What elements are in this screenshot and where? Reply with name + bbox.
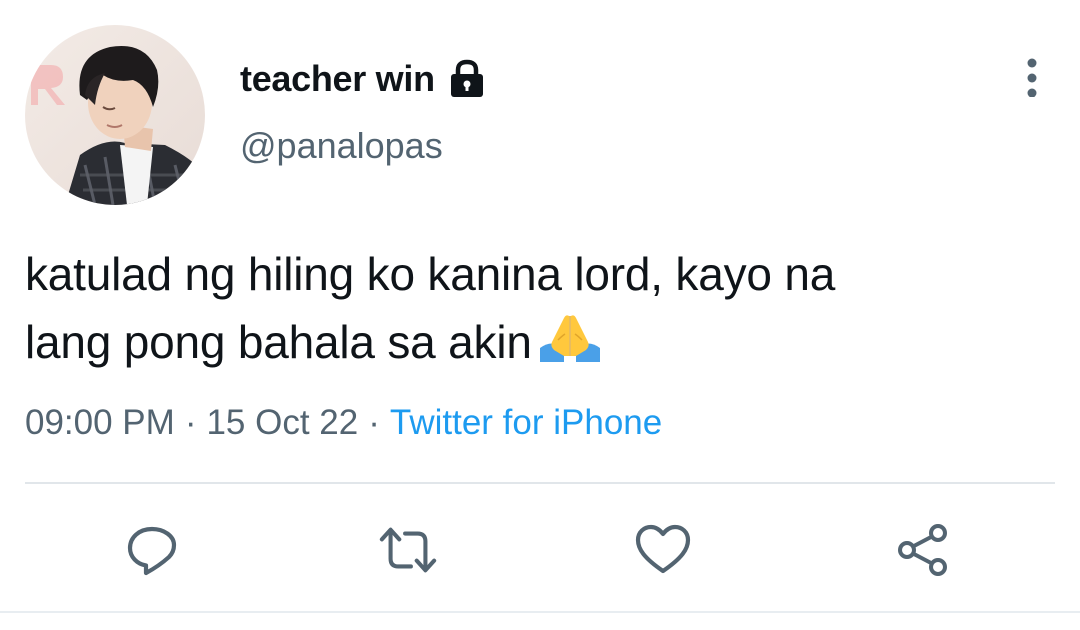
tweet-meta: 09:00 PM · 15 Oct 22 · Twitter for iPhone	[25, 403, 662, 443]
share-button[interactable]	[893, 520, 953, 580]
retweet-button[interactable]	[378, 520, 438, 580]
tweet-date[interactable]: 15 Oct 22	[206, 403, 358, 442]
divider	[25, 482, 1055, 484]
meta-separator: ·	[184, 403, 197, 442]
share-icon	[898, 524, 947, 576]
avatar-image	[25, 25, 205, 205]
tweet-time[interactable]: 09:00 PM	[25, 403, 175, 442]
tweet-text: katulad ng hiling ko kanina lord, kayo n…	[25, 240, 1055, 376]
retweet-icon	[379, 527, 437, 573]
meta-separator: ·	[368, 403, 380, 442]
bottom-divider	[0, 611, 1080, 613]
reply-button[interactable]	[122, 520, 182, 580]
tweet-text-line-2: lang pong bahala sa akin	[25, 308, 1055, 376]
tweet-text-line-2-text: lang pong bahala sa akin	[25, 316, 532, 368]
more-vertical-icon	[1027, 58, 1037, 97]
lock-icon	[449, 59, 485, 99]
heart-icon	[635, 524, 691, 574]
display-name[interactable]: teacher win	[240, 58, 435, 100]
tweet-source-link[interactable]: Twitter for iPhone	[390, 403, 662, 442]
tweet-text-line-1: katulad ng hiling ko kanina lord, kayo n…	[25, 248, 836, 300]
more-options-button[interactable]	[1010, 55, 1054, 99]
avatar[interactable]	[25, 25, 205, 205]
folded-hands-icon	[538, 312, 602, 364]
like-button[interactable]	[633, 520, 693, 580]
user-handle[interactable]: @panalopas	[240, 125, 443, 167]
author-name-row: teacher win	[240, 55, 485, 103]
reply-icon	[127, 526, 177, 576]
